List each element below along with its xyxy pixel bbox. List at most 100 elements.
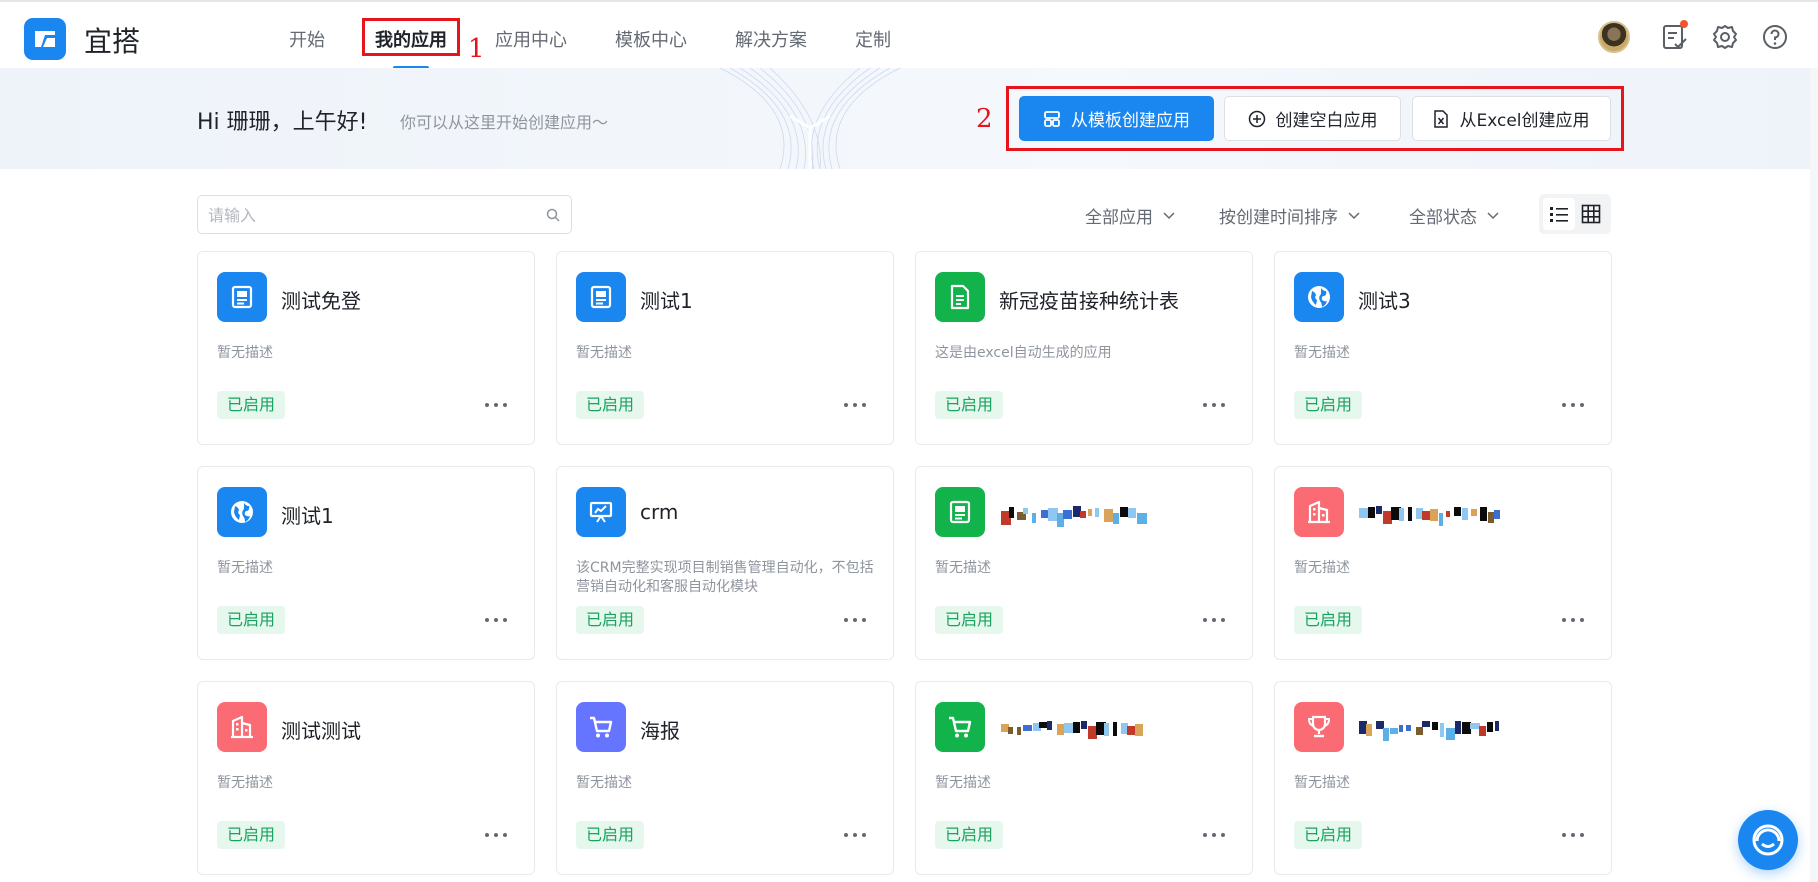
sort-dropdown[interactable]: 按创建时间排序 [1219, 203, 1360, 228]
status-filter-dropdown[interactable]: 全部状态 [1409, 203, 1499, 228]
more-actions-button[interactable] [1200, 823, 1228, 847]
dot [1212, 618, 1216, 622]
more-actions-button[interactable] [1200, 393, 1228, 417]
dot [1571, 833, 1575, 837]
notification-dot [1680, 20, 1688, 28]
app-description: 暂无描述 [1294, 775, 1350, 791]
customer-service-button[interactable] [1738, 810, 1798, 870]
app-name: 测试3 [1358, 289, 1411, 313]
app-name: crm [640, 500, 679, 524]
status-badge: 已启用 [217, 391, 286, 419]
app-icon [576, 487, 626, 537]
list-view-button[interactable] [1543, 198, 1575, 230]
app-filter-dropdown[interactable]: 全部应用 [1085, 203, 1175, 228]
dot [853, 833, 857, 837]
app-icon [1294, 487, 1344, 537]
nav-app-center[interactable]: 应用中心 [495, 26, 567, 52]
dot [494, 403, 498, 407]
dot [862, 618, 866, 622]
app-card[interactable]: 暂无描述 已启用 [915, 681, 1253, 875]
create-from-template-button[interactable]: 从模板创建应用 [1019, 96, 1214, 141]
top-navigation-bar: 宜搭 开始 我的应用 应用中心 模板中心 解决方案 定制 1 [0, 0, 1818, 70]
dot [1212, 403, 1216, 407]
headset-icon [1752, 824, 1784, 856]
app-card[interactable]: 暂无描述 已启用 [915, 466, 1253, 660]
trophy-icon [1307, 715, 1331, 738]
yida-logo[interactable] [24, 18, 66, 60]
app-icon [576, 702, 626, 752]
greeting-title: Hi 珊珊，上午好! [197, 110, 368, 135]
create-from-template-label: 从模板创建应用 [1071, 111, 1190, 131]
chevron-down-icon [1487, 211, 1499, 219]
brand-name[interactable]: 宜搭 [84, 20, 140, 60]
dot [844, 618, 848, 622]
dot [503, 403, 507, 407]
app-card[interactable]: 测试免登 暂无描述 已启用 [197, 251, 535, 445]
app-description: 暂无描述 [1294, 560, 1350, 576]
more-actions-button[interactable] [841, 393, 869, 417]
app-card[interactable]: 海报 暂无描述 已启用 [556, 681, 894, 875]
search-icon[interactable] [546, 208, 560, 222]
dot [1221, 618, 1225, 622]
dot [1562, 618, 1566, 622]
newspaper-icon [590, 285, 612, 309]
app-description: 暂无描述 [935, 775, 991, 791]
search-input[interactable] [208, 204, 528, 226]
nav-solutions[interactable]: 解决方案 [735, 26, 807, 52]
dot [844, 833, 848, 837]
app-card[interactable]: 暂无描述 已启用 [1274, 681, 1612, 875]
more-actions-button[interactable] [482, 608, 510, 632]
help-icon[interactable] [1760, 22, 1790, 52]
dot [1580, 403, 1584, 407]
more-actions-button[interactable] [482, 823, 510, 847]
dot [1203, 833, 1207, 837]
more-actions-button[interactable] [1200, 608, 1228, 632]
search-box [197, 195, 572, 234]
app-page: 宜搭 开始 我的应用 应用中心 模板中心 解决方案 定制 1 Hi 珊珊，上午好… [0, 0, 1818, 882]
app-icon [935, 702, 985, 752]
nav-start[interactable]: 开始 [289, 26, 325, 52]
create-blank-app-button[interactable]: 创建空白应用 [1224, 96, 1401, 141]
more-actions-button[interactable] [841, 608, 869, 632]
create-from-excel-button[interactable]: 从Excel创建应用 [1412, 96, 1611, 141]
more-actions-button[interactable] [1559, 608, 1587, 632]
banner-decoration [719, 68, 901, 169]
user-avatar[interactable] [1598, 21, 1630, 53]
status-badge: 已启用 [576, 391, 645, 419]
app-description: 暂无描述 [576, 345, 632, 361]
template-icon [1044, 110, 1060, 127]
dot [1562, 403, 1566, 407]
grid-view-button[interactable] [1575, 198, 1607, 230]
app-card[interactable]: 新冠疫苗接种统计表 这是由excel自动生成的应用 已启用 [915, 251, 1253, 445]
app-icon [935, 487, 985, 537]
nav-template-center[interactable]: 模板中心 [615, 26, 687, 52]
newspaper-icon [949, 500, 971, 524]
more-actions-button[interactable] [841, 823, 869, 847]
app-icon [1294, 272, 1344, 322]
app-card[interactable]: 测试测试 暂无描述 已启用 [197, 681, 535, 875]
dot [1221, 833, 1225, 837]
dot [494, 618, 498, 622]
view-toggle [1539, 194, 1611, 234]
dot [485, 403, 489, 407]
obscured-app-name [1358, 500, 1508, 526]
globe-icon [231, 501, 253, 523]
app-card[interactable]: 测试3 暂无描述 已启用 [1274, 251, 1612, 445]
app-description: 暂无描述 [217, 345, 273, 361]
app-card[interactable]: 暂无描述 已启用 [1274, 466, 1612, 660]
more-actions-button[interactable] [482, 393, 510, 417]
status-badge: 已启用 [217, 606, 286, 634]
app-card[interactable]: 测试1 暂无描述 已启用 [197, 466, 535, 660]
dot [853, 618, 857, 622]
more-actions-button[interactable] [1559, 823, 1587, 847]
app-card[interactable]: 测试1 暂无描述 已启用 [556, 251, 894, 445]
dot [1580, 618, 1584, 622]
dot [1221, 403, 1225, 407]
app-card[interactable]: crm 该CRM完整实现项目制销售管理自动化，不包括营销自动化和客服自动化模块 … [556, 466, 894, 660]
cart-icon [949, 716, 972, 738]
app-description: 暂无描述 [1294, 345, 1350, 361]
settings-gear-icon[interactable] [1710, 22, 1740, 52]
document-icon [950, 284, 970, 310]
more-actions-button[interactable] [1559, 393, 1587, 417]
page-scrollbar[interactable] [1810, 68, 1818, 882]
